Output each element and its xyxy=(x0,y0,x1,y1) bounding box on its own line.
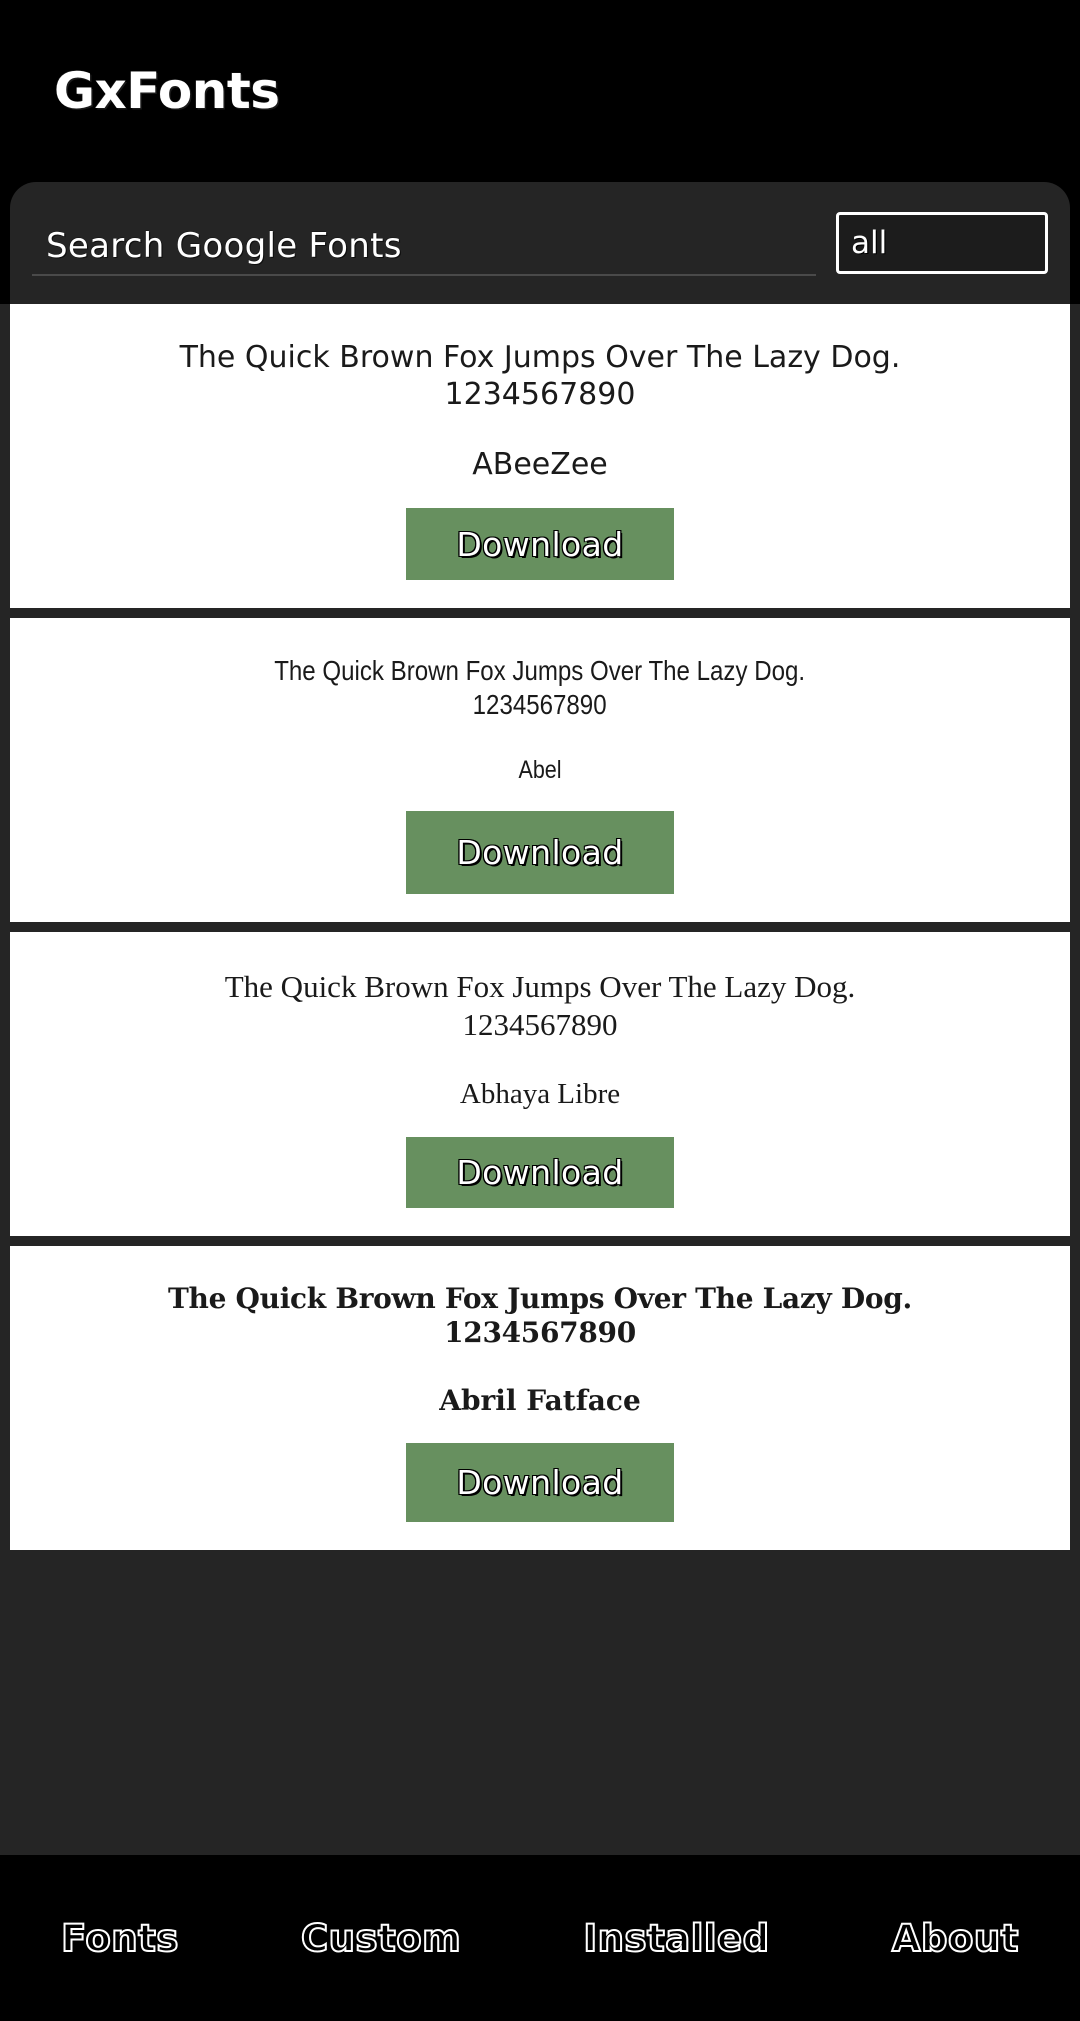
font-card: The Quick Brown Fox Jumps Over The Lazy … xyxy=(10,932,1070,1236)
font-preview-sample: The Quick Brown Fox Jumps Over The Lazy … xyxy=(275,654,806,722)
download-button[interactable]: Download xyxy=(406,1136,674,1208)
app-header: GxFonts xyxy=(0,0,1080,182)
nav-item-about[interactable]: About xyxy=(886,1919,1025,1958)
font-preview-sample: The Quick Brown Fox Jumps Over The Lazy … xyxy=(168,1282,912,1350)
font-list[interactable]: The Quick Brown Fox Jumps Over The Lazy … xyxy=(0,304,1080,1855)
search-field xyxy=(32,210,816,276)
sample-numerals: 1234567890 xyxy=(473,689,607,721)
search-panel: all xyxy=(10,182,1070,304)
font-category-filter[interactable]: all xyxy=(836,212,1048,274)
nav-item-custom[interactable]: Custom xyxy=(295,1919,467,1958)
download-button[interactable]: Download xyxy=(406,508,674,580)
font-name: Abril Fatface xyxy=(439,1384,641,1418)
search-input[interactable] xyxy=(32,226,816,274)
sample-pangram: The Quick Brown Fox Jumps Over The Lazy … xyxy=(168,1282,912,1315)
sample-numerals: 1234567890 xyxy=(444,376,636,412)
sample-pangram: The Quick Brown Fox Jumps Over The Lazy … xyxy=(274,655,806,686)
sample-pangram: The Quick Brown Fox Jumps Over The Lazy … xyxy=(179,340,901,375)
font-preview-sample: The Quick Brown Fox Jumps Over The Lazy … xyxy=(225,968,856,1044)
font-card: The Quick Brown Fox Jumps Over The Lazy … xyxy=(10,618,1070,922)
sample-numerals: 1234567890 xyxy=(462,1006,618,1042)
app-logo: GxFonts xyxy=(54,62,280,120)
sample-pangram: The Quick Brown Fox Jumps Over The Lazy … xyxy=(224,969,856,1004)
font-card: The Quick Brown Fox Jumps Over The Lazy … xyxy=(10,1246,1070,1550)
download-button[interactable]: Download xyxy=(406,811,674,894)
font-card: The Quick Brown Fox Jumps Over The Lazy … xyxy=(10,304,1070,608)
nav-item-installed[interactable]: Installed xyxy=(577,1919,775,1958)
font-preview-sample: The Quick Brown Fox Jumps Over The Lazy … xyxy=(180,340,901,413)
download-button[interactable]: Download xyxy=(406,1443,674,1522)
font-name: Abhaya Libre xyxy=(459,1077,621,1110)
sample-numerals: 1234567890 xyxy=(444,1316,636,1350)
nav-item-fonts[interactable]: Fonts xyxy=(55,1919,185,1958)
font-name: Abel xyxy=(518,756,562,785)
font-name: ABeeZee xyxy=(472,447,608,483)
bottom-navigation: Fonts Custom Installed About xyxy=(0,1855,1080,2021)
